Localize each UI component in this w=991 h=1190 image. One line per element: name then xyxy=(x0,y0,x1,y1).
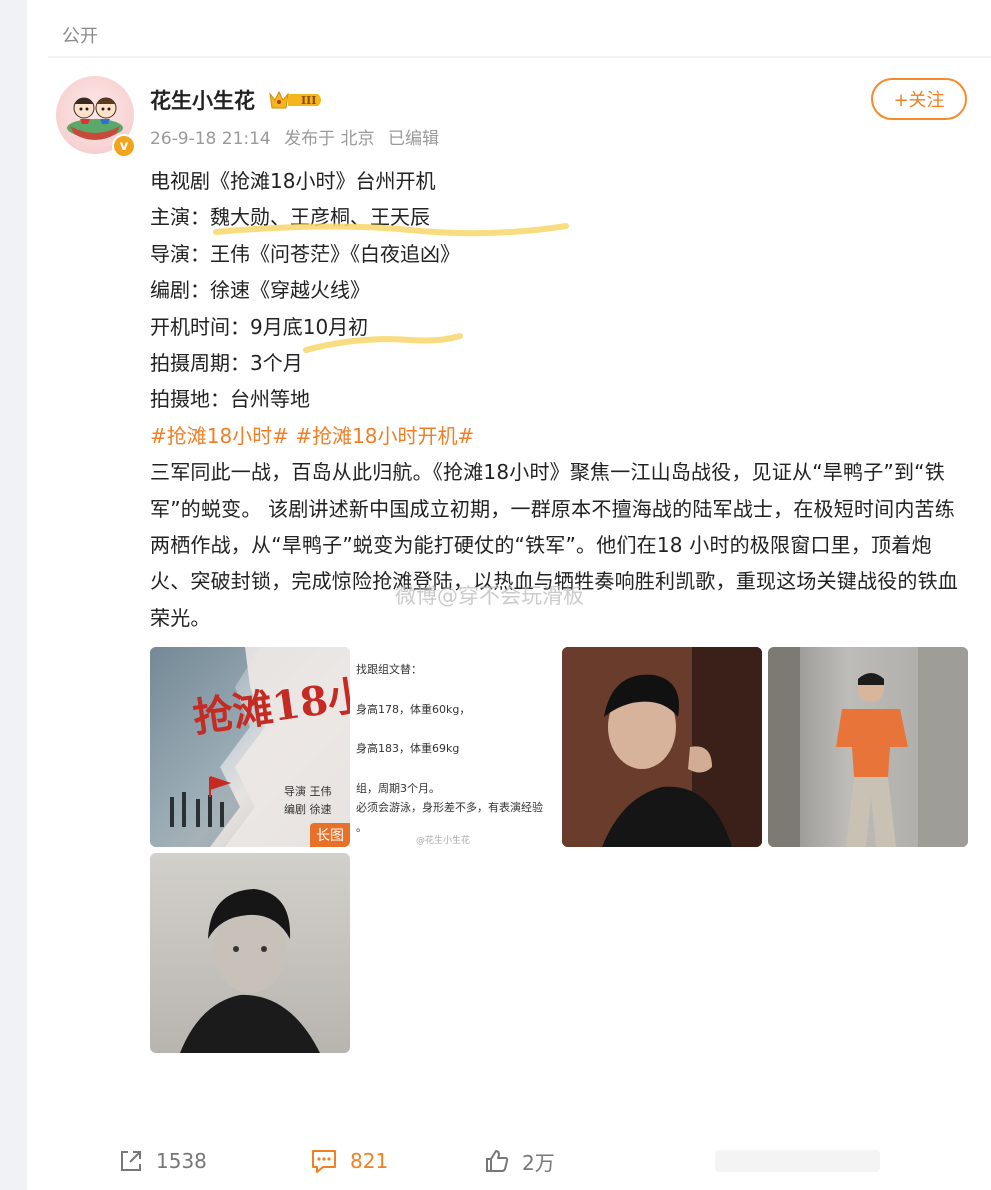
image-thumbnail-fashion[interactable] xyxy=(768,647,968,847)
like-count: 2万 xyxy=(522,1150,555,1175)
content-line: 拍摄地：台州等地 xyxy=(150,387,310,412)
edited-label[interactable]: 已编辑 xyxy=(388,129,439,149)
username[interactable]: 花生小生花 xyxy=(150,85,255,115)
poster-art: 抢滩18小时 导演 王伟 编剧 徐速 xyxy=(150,647,350,847)
thumbs-up-icon xyxy=(486,1150,509,1172)
member-crown-icon: III xyxy=(269,90,321,109)
content-line: 开机时间：9月底10月初 xyxy=(150,314,369,339)
share-count: 1538 xyxy=(156,1149,207,1173)
image-thumbnail-doc[interactable]: 找跟组文替： 身高178，体重60kg， 身高183，体重69kg 组，周期3个… xyxy=(356,647,556,847)
poster-credit: 编剧 徐速 xyxy=(284,802,332,816)
post-meta: 26-9-18 21:14 发布于 北京 已编辑 xyxy=(150,124,447,149)
doc-text: 找跟组文替： xyxy=(356,663,422,676)
post-location: 发布于 北京 xyxy=(284,129,375,149)
doc-text: 必须会游泳，身形差不多，有表演经验 xyxy=(356,801,543,814)
like-action[interactable]: 2万 xyxy=(484,1146,555,1176)
image-thumbnail-portrait[interactable] xyxy=(562,647,762,847)
top-bar xyxy=(0,0,991,8)
image-thumbnail-bw-portrait[interactable] xyxy=(150,853,350,1053)
share-action[interactable]: 1538 xyxy=(118,1146,207,1176)
verified-badge-icon: v xyxy=(112,134,136,158)
follow-button[interactable]: +关注 xyxy=(871,78,967,120)
long-image-badge: 长图 xyxy=(310,823,350,847)
comment-action[interactable]: 821 xyxy=(310,1146,388,1176)
content-line: 导演：王伟《问苍茫》《白夜追凶》 xyxy=(150,241,460,266)
comment-count: 821 xyxy=(350,1149,389,1173)
doc-text: 。 xyxy=(356,821,367,834)
content-line: 拍摄周期：3个月 xyxy=(150,351,303,376)
left-gutter xyxy=(0,0,27,1190)
doc-watermark: @花生小生花 xyxy=(416,836,471,846)
doc-text: 身高183，体重69kg xyxy=(356,742,460,755)
poster-credit: 导演 王伟 xyxy=(284,784,332,798)
post-time[interactable]: 26-9-18 21:14 xyxy=(150,129,271,149)
doc-text: 身高178，体重60kg， xyxy=(356,703,471,716)
watermark: 微博@穿不会玩滑板 xyxy=(395,584,584,608)
fashion-art xyxy=(768,647,968,847)
content-line: 电视剧《抢滩18小时》台州开机 xyxy=(150,169,436,193)
image-thumbnail-poster[interactable]: 抢滩18小时 导演 王伟 编剧 徐速 长图 xyxy=(150,647,350,847)
bw-portrait-art xyxy=(180,889,320,1053)
doc-text: 组，周期3个月。 xyxy=(356,782,440,795)
post-body: 电视剧《抢滩18小时》台州开机 主演：魏大勋、王彦桐、王天辰 导演：王伟《问苍茫… xyxy=(150,163,965,636)
hashtag-links[interactable]: #抢滩18小时# #抢滩18小时开机# xyxy=(150,418,965,454)
blurred-area xyxy=(715,1150,880,1172)
level-badge-text: III xyxy=(301,94,316,107)
content-line: 编剧：徐速《穿越火线》 xyxy=(150,278,370,303)
divider xyxy=(48,56,991,58)
portrait-art xyxy=(562,647,762,847)
visibility-label: 公开 xyxy=(62,26,98,47)
share-icon xyxy=(121,1151,141,1171)
content-line: 主演：魏大勋、王彦桐、王天辰 xyxy=(150,205,430,230)
comment-icon xyxy=(312,1150,336,1173)
